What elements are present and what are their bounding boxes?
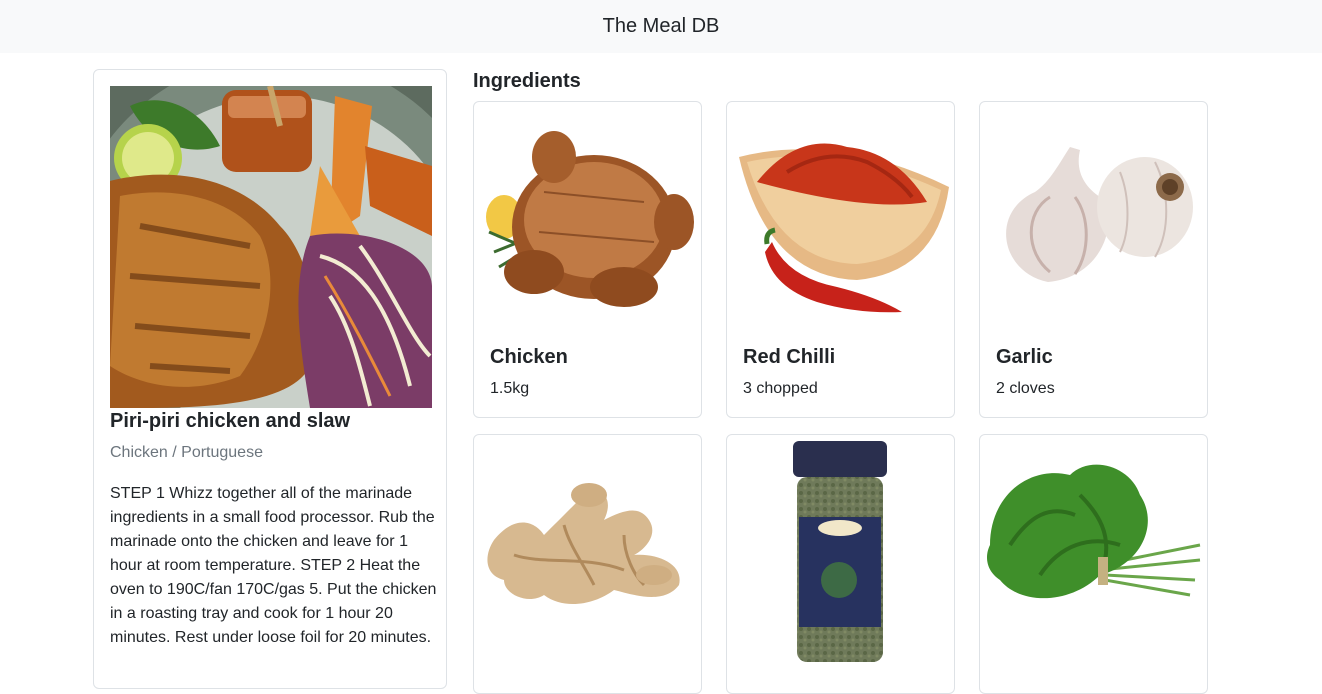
brand-title[interactable]: The Meal DB <box>603 15 720 38</box>
ingredient-name: Garlic <box>996 346 1053 368</box>
ingredients-heading: Ingredients <box>473 70 581 92</box>
ingredient-measure: 1.5kg <box>490 380 530 397</box>
ingredient-card[interactable]: Red Chilli 3 chopped <box>726 101 955 418</box>
recipe-image <box>110 86 432 408</box>
garlic-image <box>980 102 1207 329</box>
oregano-jar-image <box>727 435 954 662</box>
recipe-title: Piri-piri chicken and slaw <box>110 410 351 432</box>
ingredient-card[interactable]: Chicken 1.5kg <box>473 101 702 418</box>
recipe-card: Piri-piri chicken and slaw Chicken / Por… <box>93 69 447 689</box>
ingredient-name: Chicken <box>490 346 568 368</box>
recipe-category-area: Chicken / Portuguese <box>110 444 263 461</box>
ginger-root-image <box>474 435 701 662</box>
ingredient-name: Red Chilli <box>743 346 836 368</box>
ingredient-measure: 3 chopped <box>743 380 818 397</box>
ingredient-card[interactable] <box>473 434 702 694</box>
ingredient-card[interactable]: Garlic 2 cloves <box>979 101 1208 418</box>
navbar: The Meal DB <box>0 0 1322 53</box>
ingredient-card[interactable] <box>979 434 1208 694</box>
recipe-instructions: STEP 1 Whizz together all of the marinad… <box>110 485 437 646</box>
chilli-powder-image <box>727 102 954 329</box>
ingredient-measure: 2 cloves <box>996 380 1055 397</box>
roast-chicken-image <box>474 102 701 329</box>
ingredient-card[interactable] <box>726 434 955 694</box>
parsley-bunch-image <box>980 435 1207 662</box>
